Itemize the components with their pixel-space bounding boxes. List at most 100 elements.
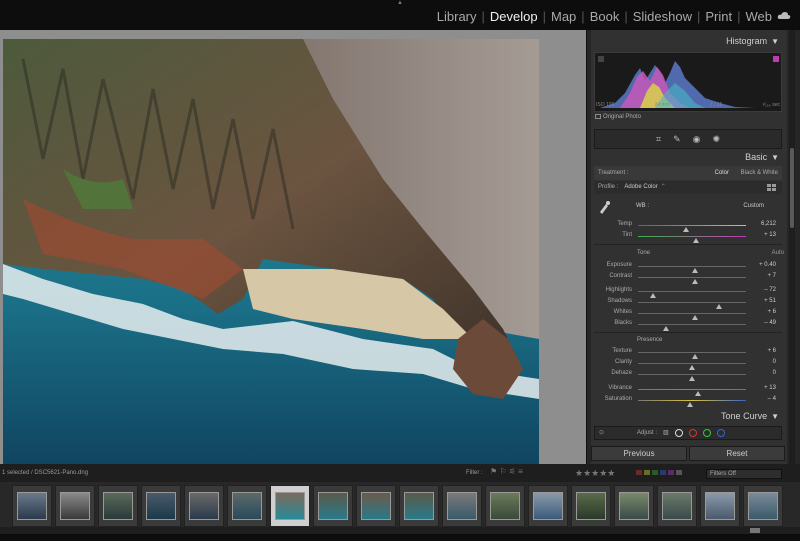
panel-scrollbar[interactable] — [790, 148, 794, 228]
parametric-curve-icon[interactable]: ▧ — [663, 427, 669, 439]
profile-row: Profile : Adobe Color ⌃ — [594, 181, 782, 194]
filmstrip-scrollbar[interactable] — [0, 527, 800, 534]
original-photo-checkbox[interactable] — [595, 114, 601, 119]
filmstrip-thumb[interactable] — [657, 485, 697, 527]
filmstrip-thumb[interactable] — [442, 485, 482, 527]
red-channel-icon[interactable] — [689, 429, 697, 437]
filmstrip-thumb-selected[interactable] — [270, 485, 310, 527]
module-book[interactable]: Book — [590, 9, 620, 24]
blue-channel-icon[interactable] — [717, 429, 725, 437]
filmstrip-thumb[interactable] — [528, 485, 568, 527]
basic-header[interactable]: Basic ▼ — [591, 148, 787, 166]
module-print[interactable]: Print — [705, 9, 732, 24]
collapse-triangle-icon[interactable]: ▼ — [771, 153, 779, 162]
wb-eyedropper-icon[interactable] — [598, 200, 610, 214]
dropdown-arrow-icon[interactable]: ⌃ — [661, 184, 666, 190]
saturation-slider[interactable] — [638, 400, 746, 407]
previous-button[interactable]: Previous — [591, 446, 687, 461]
temp-value[interactable]: 6,212 — [761, 221, 776, 227]
collapse-triangle-icon[interactable]: ▼ — [771, 37, 779, 46]
panel-scroll-track[interactable] — [789, 30, 795, 464]
contrast-knob[interactable] — [692, 279, 699, 284]
rating-filter-stars[interactable]: ★★★★★ — [575, 468, 615, 479]
photo-preview[interactable] — [3, 39, 539, 485]
contrast-slider[interactable] — [638, 277, 746, 284]
filmstrip-thumb[interactable] — [700, 485, 740, 527]
filmstrip-source-info[interactable]: 1 selected / DSC5621-Pano.dng — [2, 470, 88, 476]
loupe-view[interactable] — [0, 30, 586, 485]
reset-button[interactable]: Reset — [689, 446, 785, 461]
whites-value[interactable]: + 6 — [767, 309, 776, 315]
filmstrip-thumb[interactable] — [743, 485, 783, 527]
blacks-knob[interactable] — [663, 326, 670, 331]
dehaze-slider[interactable] — [638, 374, 746, 381]
treatment-bw-button[interactable]: Black & White — [741, 170, 778, 176]
module-web[interactable]: Web — [746, 9, 773, 24]
rgb-channel-icon[interactable] — [675, 429, 683, 437]
tint-knob[interactable] — [693, 238, 700, 243]
filmstrip-thumb[interactable] — [614, 485, 654, 527]
green-channel-icon[interactable] — [703, 429, 711, 437]
vibrance-value[interactable]: + 13 — [764, 385, 776, 391]
filmstrip-scroll-thumb[interactable] — [750, 528, 760, 533]
collapse-triangle-icon[interactable]: ▼ — [771, 412, 779, 421]
target-adjust-icon[interactable]: ⊙ — [599, 427, 604, 439]
shadows-slider[interactable] — [638, 302, 746, 309]
module-develop[interactable]: Develop — [490, 9, 538, 24]
color-label-filters[interactable] — [636, 470, 682, 475]
exposure-slider[interactable] — [638, 266, 746, 273]
blacks-value[interactable]: – 49 — [764, 320, 776, 326]
collapse-top-panel-icon[interactable]: ▲ — [392, 0, 408, 6]
masking-icon[interactable]: ✺ — [712, 134, 720, 145]
auto-tone-button[interactable]: Auto — [772, 250, 784, 256]
healing-brush-icon[interactable]: ✎ — [673, 134, 681, 145]
filmstrip-thumb[interactable] — [227, 485, 267, 527]
dehaze-label: Dehaze — [611, 370, 632, 376]
filmstrip-thumb[interactable] — [571, 485, 611, 527]
highlights-slider[interactable] — [638, 291, 746, 298]
treatment-color-button[interactable]: Color — [715, 170, 729, 176]
profile-dropdown[interactable]: Adobe Color — [624, 184, 657, 190]
crop-tool-icon[interactable]: ⌗ — [656, 134, 661, 145]
cloud-sync-icon[interactable] — [777, 11, 791, 20]
temp-slider[interactable] — [638, 225, 746, 232]
original-photo-toggle[interactable]: Original Photo — [595, 114, 641, 120]
flag-filter-icons[interactable]: ⚑ ⚐ ⚟ ≡ — [490, 467, 523, 476]
filmstrip-thumb[interactable] — [55, 485, 95, 527]
tint-value[interactable]: + 13 — [764, 232, 776, 238]
clarity-slider[interactable] — [638, 363, 746, 370]
treatment-label: Treatment : — [598, 170, 629, 176]
shadows-value[interactable]: + 51 — [764, 298, 776, 304]
clarity-value[interactable]: 0 — [773, 359, 776, 365]
filmstrip-thumb[interactable] — [141, 485, 181, 527]
filmstrip-thumb[interactable] — [12, 485, 52, 527]
dehaze-value[interactable]: 0 — [773, 370, 776, 376]
filmstrip-thumb[interactable] — [485, 485, 525, 527]
tone-curve-header[interactable]: Tone Curve ▼ — [591, 407, 787, 425]
dehaze-knob[interactable] — [689, 376, 695, 381]
texture-slider[interactable] — [638, 352, 746, 359]
saturation-value[interactable]: – 4 — [768, 396, 776, 402]
filmstrip-thumb[interactable] — [184, 485, 224, 527]
filmstrip-thumb[interactable] — [98, 485, 138, 527]
tint-slider[interactable] — [638, 236, 746, 243]
wb-dropdown[interactable]: Custom — [743, 203, 764, 209]
histogram-header[interactable]: Histogram ▼ — [591, 32, 787, 50]
red-eye-icon[interactable]: ◉ — [693, 134, 701, 145]
filmstrip-thumb[interactable] — [356, 485, 396, 527]
module-slideshow[interactable]: Slideshow — [633, 9, 692, 24]
vibrance-slider[interactable] — [638, 389, 746, 396]
exposure-value[interactable]: + 0.40 — [759, 262, 776, 268]
whites-slider[interactable] — [638, 313, 746, 320]
filters-dropdown[interactable]: Filters Off — [706, 469, 782, 479]
filmstrip-thumb[interactable] — [399, 485, 439, 527]
texture-value[interactable]: + 6 — [767, 348, 776, 354]
blacks-slider[interactable] — [638, 324, 746, 331]
profile-browser-icon[interactable] — [767, 184, 776, 191]
module-map[interactable]: Map — [551, 9, 576, 24]
highlights-value[interactable]: – 72 — [764, 287, 776, 293]
module-library[interactable]: Library — [437, 9, 477, 24]
filmstrip-thumb[interactable] — [313, 485, 353, 527]
clarity-label: Clarity — [614, 359, 632, 365]
contrast-value[interactable]: + 7 — [767, 273, 776, 279]
